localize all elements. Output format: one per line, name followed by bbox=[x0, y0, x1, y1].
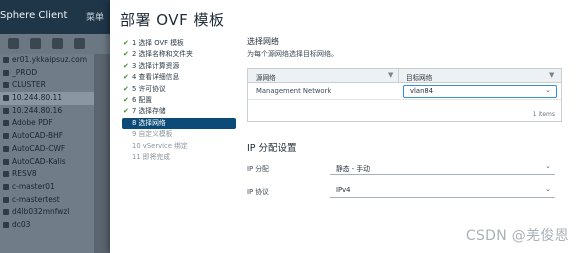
tree-toolbar bbox=[0, 34, 110, 54]
wizard-step[interactable]: ✔ 5 许可协议 bbox=[122, 84, 238, 95]
watermark: CSDN @羌俊恩 bbox=[465, 228, 569, 244]
network-icon[interactable] bbox=[74, 38, 85, 49]
section-subtitle: 为每个源网络选择目标网络。 bbox=[247, 50, 338, 58]
vms-icon[interactable] bbox=[30, 38, 41, 49]
wizard-step[interactable]: ✔ 4 查看详细信息 bbox=[122, 72, 238, 83]
wizard-step[interactable]: ✔ 6 配置 bbox=[122, 95, 238, 106]
check-icon: ✔ bbox=[123, 95, 129, 104]
check-icon: ✔ bbox=[123, 107, 129, 116]
ip-allocation-label: IP 分配 bbox=[247, 165, 269, 173]
check-icon: ✔ bbox=[123, 61, 129, 70]
ip-protocol-value: IPv4 bbox=[336, 186, 351, 194]
target-network-value: vlan84 bbox=[410, 87, 434, 95]
source-network-cell: Management Network bbox=[256, 87, 332, 95]
wizard-step: 10 vService 绑定 bbox=[132, 141, 188, 150]
check-icon: ✔ bbox=[123, 84, 129, 93]
wizard-step: 9 自定义模板 bbox=[132, 130, 173, 139]
section-title: 选择网络 bbox=[247, 37, 279, 46]
menu-button[interactable]: 菜单 bbox=[86, 10, 104, 23]
server-icon bbox=[3, 57, 9, 63]
column-divider[interactable] bbox=[398, 69, 399, 82]
vm-icon bbox=[3, 120, 9, 127]
target-network-select[interactable]: vlan84 ⌄ bbox=[403, 85, 557, 98]
column-header-target[interactable]: 目标网络 bbox=[406, 72, 432, 82]
chevron-down-icon: ⌄ bbox=[545, 162, 551, 170]
tree-scroll-gutter bbox=[94, 54, 110, 253]
vm-icon bbox=[3, 133, 9, 140]
table-item-count: 1 items bbox=[532, 111, 555, 118]
vm-icon bbox=[3, 158, 9, 165]
wizard-steps: ✔ 1 选择 OVF 模板 ✔ 2 选择名称和文件夹 ✔ 3 选择计算资源 ✔ 4 查看… bbox=[122, 38, 238, 163]
wizard-step[interactable]: ✔ 1 选择 OVF 模板 bbox=[122, 38, 238, 49]
wizard-step[interactable]: ✔ 3 选择计算资源 bbox=[122, 61, 238, 72]
vm-icon bbox=[3, 209, 9, 216]
cluster-icon bbox=[3, 82, 9, 89]
chevron-down-icon: ⌄ bbox=[545, 86, 551, 94]
host-icon bbox=[3, 107, 9, 114]
check-icon: ✔ bbox=[123, 73, 129, 82]
network-mapping-table: 源网络 ▼ 目标网络 ▼ Management Network vlan84 ⌄… bbox=[247, 68, 562, 122]
host-icon bbox=[3, 95, 9, 102]
wizard-step-active[interactable]: 8 选择网络 bbox=[122, 117, 236, 130]
vm-icon bbox=[3, 171, 9, 178]
vm-icon bbox=[3, 145, 9, 152]
ip-allocation-select[interactable]: 静态 - 手动 ⌄ bbox=[330, 162, 555, 175]
app-title: Sphere Client bbox=[0, 10, 68, 21]
wizard-step[interactable]: ✔ 7 选择存储 bbox=[122, 106, 238, 117]
wizard-step: 11 即将完成 bbox=[132, 152, 170, 161]
datacenter-icon bbox=[3, 69, 9, 76]
ip-protocol-label: IP 协议 bbox=[247, 188, 269, 196]
check-icon: ✔ bbox=[123, 39, 129, 47]
deploy-ovf-dialog: 部署 OVF 模板 ✔ 1 选择 OVF 模板 ✔ 2 选择名称和文件夹 ✔ 3 选择… bbox=[110, 0, 581, 253]
table-row[interactable]: Management Network vlan84 ⌄ bbox=[248, 83, 561, 100]
vm-icon bbox=[3, 196, 9, 203]
storage-icon[interactable] bbox=[52, 38, 63, 49]
dialog-title: 部署 OVF 模板 bbox=[120, 11, 225, 29]
vm-icon bbox=[3, 221, 9, 228]
ip-allocation-value: 静态 - 手动 bbox=[336, 165, 370, 173]
ip-settings-title: IP 分配设置 bbox=[247, 143, 297, 154]
wizard-content: 选择网络 为每个源网络选择目标网络。 源网络 ▼ 目标网络 ▼ Manageme… bbox=[247, 36, 567, 198]
wizard-step[interactable]: ✔ 2 选择名称和文件夹 bbox=[122, 49, 238, 60]
chevron-down-icon: ⌄ bbox=[545, 185, 551, 193]
ip-protocol-select[interactable]: IPv4 ⌄ bbox=[330, 185, 555, 198]
filter-icon[interactable]: ▼ bbox=[549, 71, 554, 79]
vm-icon bbox=[3, 183, 9, 190]
column-header-source[interactable]: 源网络 bbox=[256, 72, 276, 82]
table-header: 源网络 ▼ 目标网络 ▼ bbox=[248, 69, 561, 83]
filter-icon[interactable]: ▼ bbox=[388, 71, 393, 79]
check-icon: ✔ bbox=[123, 50, 129, 59]
hosts-icon[interactable] bbox=[8, 38, 19, 49]
